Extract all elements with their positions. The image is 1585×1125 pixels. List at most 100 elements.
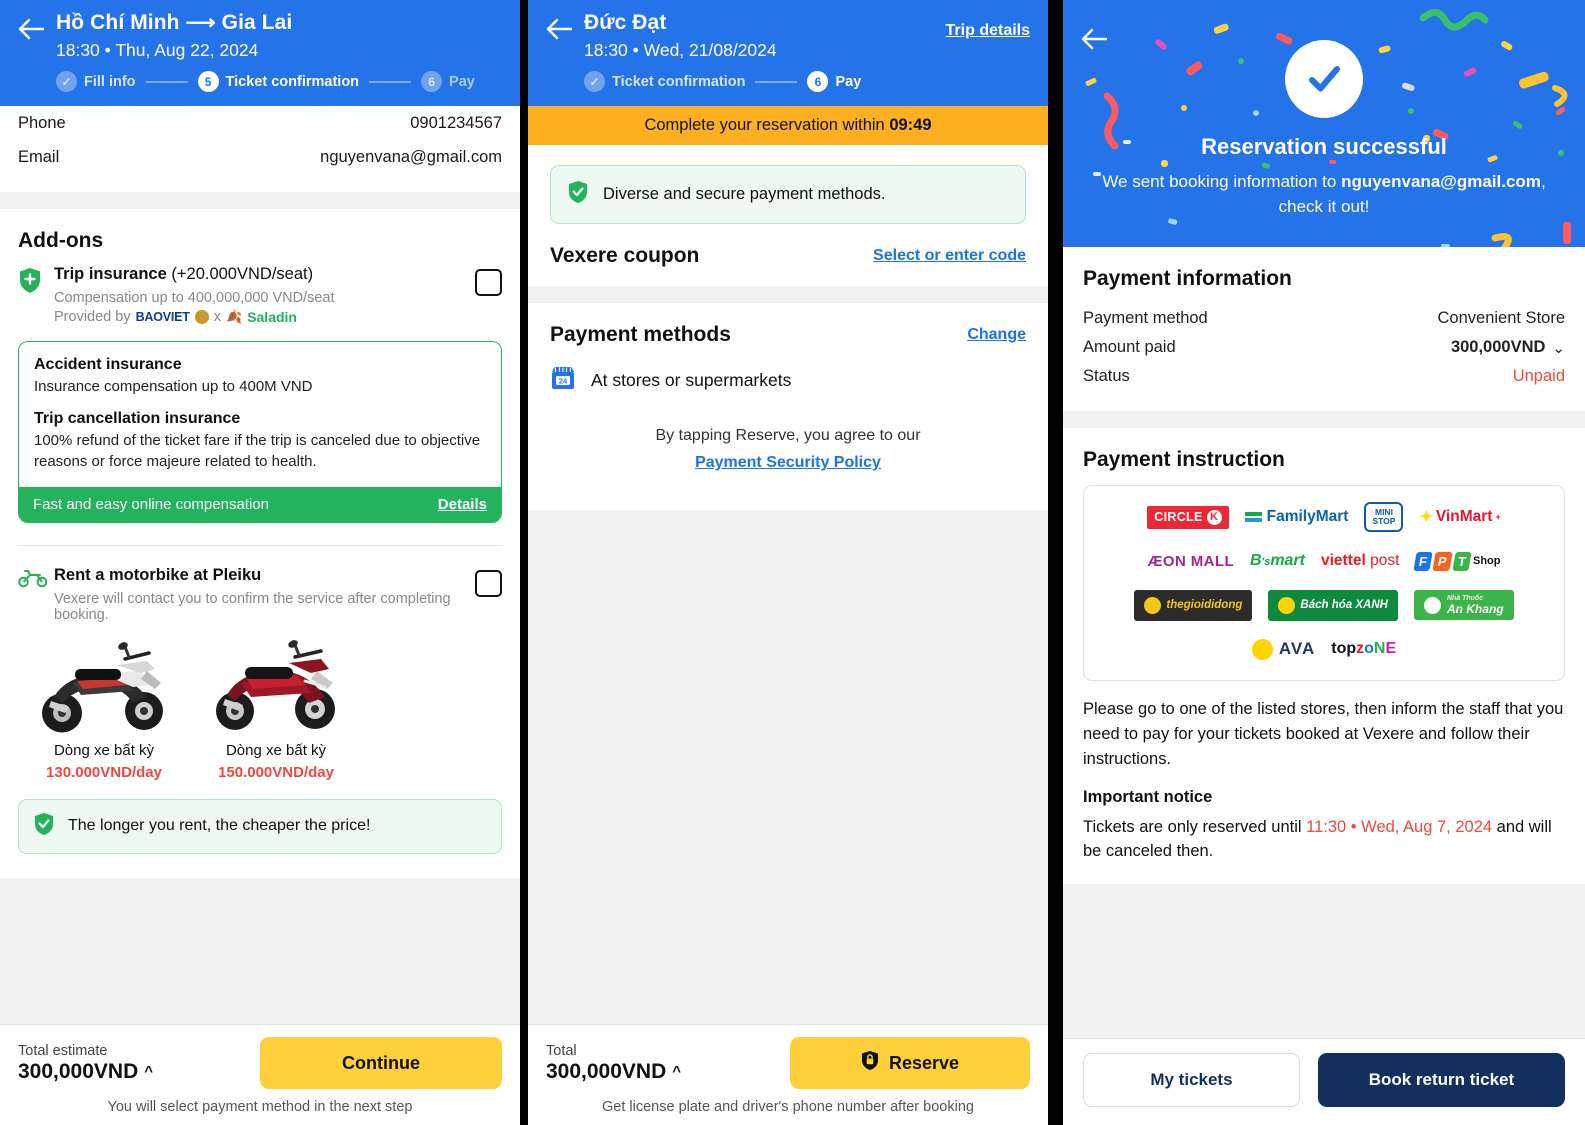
motorbike-subtitle: Vexere will contact you to confirm the s…	[54, 590, 451, 623]
trip-datetime: 18:30 • Thu, Aug 22, 2024	[56, 40, 259, 61]
operator-name: Đức Đạt	[584, 11, 667, 34]
rental-tip-text: The longer you rent, the cheaper the pri…	[68, 817, 371, 835]
motorbike-option[interactable]: Dòng xe bất kỳ 130.000VND/day	[18, 635, 190, 781]
contact-row-email: Email nguyenvana@gmail.com	[0, 140, 520, 174]
step-pay[interactable]: 6 Pay	[421, 71, 475, 92]
chevron-down-icon[interactable]: ⌄	[1552, 339, 1565, 357]
total-estimate-label: Total estimate	[18, 1042, 108, 1059]
continue-button[interactable]: Continue	[260, 1037, 502, 1089]
trip-route: Hồ Chí Minh ⟶ Gia Lai	[56, 11, 293, 34]
back-button[interactable]	[1081, 20, 1119, 50]
insurance-details-link[interactable]: Details	[438, 496, 487, 513]
rental-tip-banner: The longer you rent, the cheaper the pri…	[18, 798, 502, 854]
panel1-scroll[interactable]: Phone 0901234567 Email nguyenvana@gmail.…	[0, 106, 520, 1024]
total-estimate-value-row[interactable]: 300,000VND ^	[18, 1060, 153, 1084]
vinmart-logo: ✦ VinMart +	[1419, 508, 1501, 527]
step-ticket-confirmation[interactable]: ✓ Ticket confirmation	[584, 71, 745, 92]
payment-method-row: Payment method Convenient Store	[1083, 304, 1565, 333]
an-khang-logo: Nhà Thuốc An Khang	[1413, 590, 1514, 621]
viettel-post-logo: viettel post	[1321, 552, 1400, 570]
step-ticket-confirmation[interactable]: 5 Ticket confirmation	[197, 71, 359, 92]
book-return-ticket-button[interactable]: Book return ticket	[1317, 1053, 1565, 1107]
secure-payment-banner: Diverse and secure payment methods.	[550, 165, 1026, 224]
my-tickets-button[interactable]: My tickets	[1083, 1053, 1300, 1107]
status-row: Status Unpaid	[1083, 362, 1565, 391]
panel1-bottom-bar: Total estimate 300,000VND ^ Continue You…	[0, 1024, 520, 1125]
section-divider	[1063, 411, 1585, 429]
accident-insurance-text: Insurance compensation up to 400M VND	[34, 378, 313, 395]
section-divider	[528, 286, 1048, 303]
reserve-button[interactable]: Reserve	[790, 1037, 1030, 1089]
step-label: Fill info	[84, 73, 136, 90]
total-estimate-block[interactable]: Total estimate 300,000VND ^	[18, 1043, 153, 1084]
motorbike-options: Dòng xe bất kỳ 130.000VND/day Dòng xe bấ…	[0, 623, 520, 781]
important-notice-text: Tickets are only reserved until 11:30 • …	[1083, 815, 1565, 865]
shield-check-icon	[33, 812, 55, 841]
step-check-icon: ✓	[584, 71, 605, 92]
motorbike-checkbox[interactable]	[475, 569, 502, 597]
black-motorbike-photo	[18, 635, 190, 738]
secure-payment-text: Diverse and secure payment methods.	[603, 185, 886, 203]
store-logo-row: AVA topzoNE	[1094, 634, 1554, 664]
store-logo-row: CIRCLE K FamilyMart MINI STOP ✦ VinMart +	[1094, 502, 1554, 533]
total-block[interactable]: Total 300,000VND ^	[546, 1043, 681, 1084]
panel1-bottom-note: You will select payment method in the ne…	[107, 1099, 413, 1115]
addon-title: Trip insurance (+20.000VND/seat)	[54, 265, 467, 284]
bach-hoa-xanh-logo: Bách hóa XANH	[1268, 589, 1398, 621]
payment-instruction-section: Payment instruction CIRCLE K FamilyMart M…	[1063, 428, 1585, 885]
panel2-bottom-note: Get license plate and driver's phone num…	[602, 1099, 974, 1115]
status-label: Status	[1083, 367, 1130, 386]
timer-prefix: Complete your reservation within	[644, 116, 885, 134]
payment-method-value: Convenient Store	[1437, 309, 1566, 328]
amount-paid-row[interactable]: Amount paid 300,000VND ⌄	[1083, 333, 1565, 362]
step-number-badge: 6	[421, 71, 443, 92]
selected-payment-method[interactable]: 24 At stores or supermarkets	[528, 365, 1048, 418]
addon-title-price: (+20.000VND/seat)	[166, 265, 314, 283]
motorbike-icon	[18, 566, 54, 593]
baoviet-logo: BAOVIET	[135, 310, 190, 324]
panel-payment: Đức Đạt 18:30 • Wed, 21/08/2024 Trip det…	[528, 0, 1048, 1125]
panel3-scroll[interactable]: Payment information Payment method Conve…	[1063, 247, 1585, 1038]
addon-trip-insurance[interactable]: Trip insurance (+20.000VND/seat) Compens…	[0, 265, 520, 325]
trip-datetime: 18:30 • Wed, 21/08/2024	[584, 40, 777, 61]
addon-motorbike-rental[interactable]: Rent a motorbike at Pleiku Vexere will c…	[0, 566, 520, 623]
total-estimate-value: 300,000VND	[18, 1059, 139, 1083]
total-value-row[interactable]: 300,000VND ^	[546, 1060, 681, 1084]
success-hero: Reservation successful We sent booking i…	[1063, 0, 1585, 248]
phone-label: Phone	[18, 113, 66, 132]
motorbike-option[interactable]: Dòng xe bất kỳ 150.000VND/day	[190, 635, 362, 781]
back-button[interactable]	[18, 10, 56, 40]
shield-plus-icon	[18, 265, 54, 299]
step-fill-info[interactable]: ✓ Fill info	[56, 71, 136, 92]
provided-by-label: Provided by	[54, 309, 131, 325]
ministop-logo: MINI STOP	[1364, 502, 1404, 533]
store-logo-row: ÆON MALL B'smart viettel post F P T Shop	[1094, 546, 1554, 576]
addon-title-bold: Trip insurance	[54, 265, 167, 283]
svg-text:24: 24	[559, 376, 568, 385]
cancellation-insurance-title: Trip cancellation insurance	[34, 410, 241, 428]
change-payment-link[interactable]: Change	[967, 326, 1026, 344]
step-label: Pay	[449, 73, 475, 90]
trip-insurance-checkbox[interactable]	[475, 269, 502, 296]
chevron-up-icon[interactable]: ^	[672, 1063, 681, 1080]
accident-insurance-title: Accident insurance	[34, 356, 182, 373]
success-title: Reservation successful	[1201, 134, 1447, 159]
step-check-icon: ✓	[56, 71, 77, 92]
bsmart-logo: B'smart	[1250, 552, 1305, 570]
total-label: Total	[546, 1042, 577, 1059]
store-24h-icon: 24	[550, 365, 576, 396]
panel2-scroll[interactable]: Diverse and secure payment methods. Vexe…	[528, 145, 1048, 1024]
step-pay[interactable]: 6 Pay	[807, 71, 861, 92]
back-button[interactable]	[546, 10, 584, 40]
step-indicator: ✓ Fill info 5 Ticket confirmation 6 Pay	[18, 71, 502, 92]
coupon-title: Vexere coupon	[550, 244, 700, 267]
panel-success: Reservation successful We sent booking i…	[1063, 0, 1585, 1125]
step-connector	[755, 80, 798, 83]
chevron-up-icon[interactable]: ^	[144, 1063, 153, 1080]
trip-details-link[interactable]: Trip details	[946, 10, 1030, 40]
amount-paid-value-row[interactable]: 300,000VND ⌄	[1451, 338, 1565, 357]
coupon-select-link[interactable]: Select or enter code	[873, 247, 1026, 265]
payment-information-title: Payment information	[1083, 267, 1292, 291]
payment-security-policy-link[interactable]: Payment Security Policy	[550, 451, 1026, 476]
panel-ticket-confirmation: Hồ Chí Minh ⟶ Gia Lai 18:30 • Thu, Aug 2…	[0, 0, 520, 1125]
